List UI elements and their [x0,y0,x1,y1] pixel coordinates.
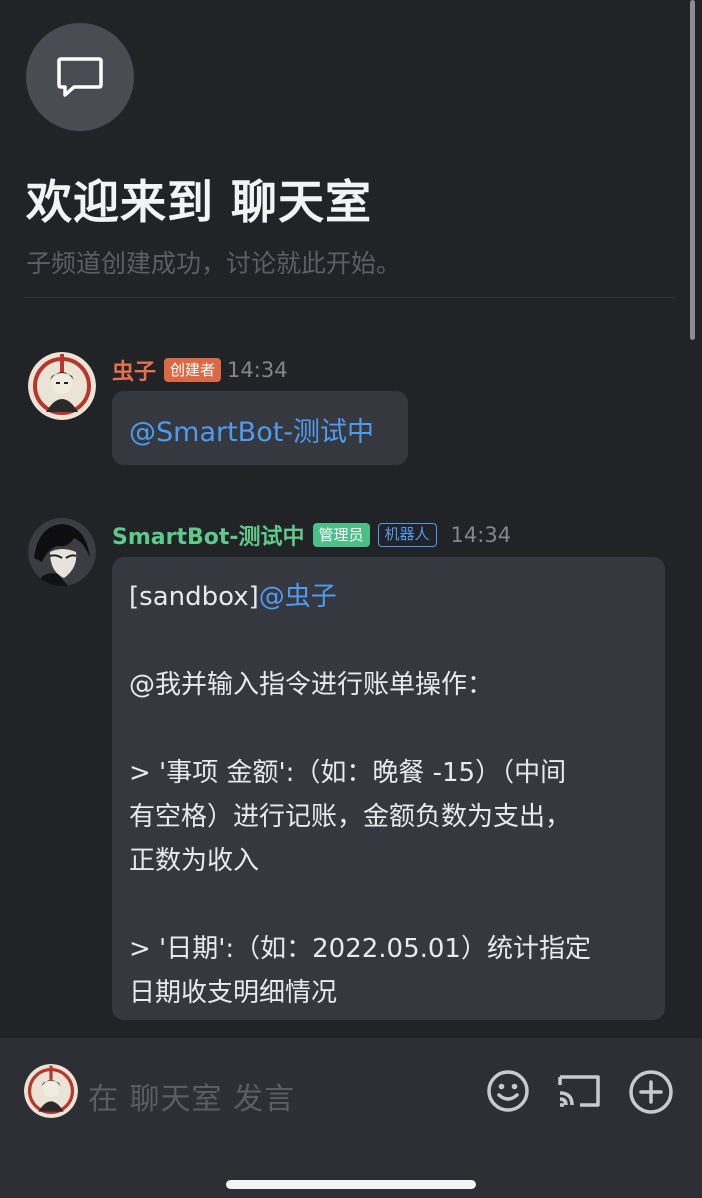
sandbox-prefix: [sandbox] [129,582,259,612]
message-line: 正数为收入 [129,846,260,876]
message-bubble[interactable]: @SmartBot-测试中 [112,391,408,465]
chat-screen: 欢迎来到 聊天室 子频道创建成功，讨论就此开始。 虫子 创建者 14:34 @S… [0,0,702,1198]
chat-bubble-icon [57,57,103,97]
bot-badge: 机器人 [377,523,437,547]
add-icon[interactable] [628,1069,674,1115]
welcome-subtitle: 子频道创建成功，讨论就此开始。 [26,249,402,278]
message-line: > '日期':（如：2022.05.01）统计指定 [129,934,591,964]
message-header: 虫子 创建者 14:34 [112,354,288,386]
composer-bar [0,1038,702,1198]
message-time: 14:34 [450,523,512,547]
scrollbar[interactable] [690,0,695,340]
message-time: 14:34 [227,358,288,382]
message-first-line: [sandbox]@虫子 [129,575,648,619]
avatar[interactable] [28,518,96,586]
message-header: SmartBot-测试中 管理员 机器人 14:34 [112,519,511,551]
emoji-icon[interactable] [486,1069,530,1113]
divider [24,297,676,298]
avatar[interactable] [28,352,96,420]
message-input[interactable]: 在 聊天室 发言 [88,1074,295,1118]
screen-share-icon[interactable] [556,1071,602,1111]
message-line: > '事项 金额':（如：晚餐 -15）（中间 [129,758,567,788]
channel-avatar [26,23,134,131]
home-indicator[interactable] [226,1180,476,1189]
message-line: 日期收支明细情况 [129,978,338,1008]
mention[interactable]: @SmartBot-测试中 [129,417,374,448]
my-avatar[interactable] [24,1064,78,1118]
admin-badge: 管理员 [312,523,370,547]
creator-badge: 创建者 [164,358,222,382]
message-line: @我并输入指令进行账单操作： [129,670,494,700]
welcome-title: 欢迎来到 聊天室 [26,175,373,229]
author-name[interactable]: 虫子 [112,354,156,386]
author-name[interactable]: SmartBot-测试中 [112,519,305,551]
message-line: 有空格）进行记账，金额负数为支出， [129,802,572,832]
mention[interactable]: @虫子 [259,582,337,612]
message-bubble[interactable]: [sandbox]@虫子 @我并输入指令进行账单操作： > '事项 金额':（如… [112,557,665,1020]
